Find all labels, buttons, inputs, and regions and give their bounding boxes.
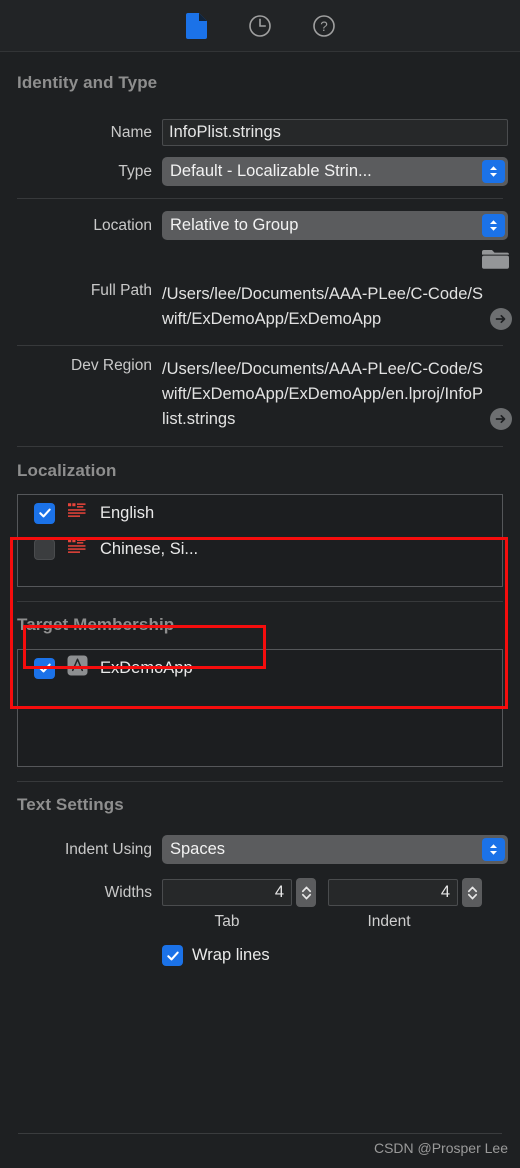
checkmark-icon (38, 508, 51, 518)
chevron-updown-icon (482, 838, 505, 861)
localization-list: English Chinese, Si... (17, 494, 503, 587)
localization-item-label: Chinese, Si... (100, 539, 199, 558)
folder-icon (482, 250, 509, 269)
reveal-full-path-button[interactable] (490, 308, 512, 330)
footer-divider (18, 1133, 502, 1134)
dev-region-value: /Users/lee/Documents/AAA-PLee/C-Code/Swi… (162, 360, 483, 428)
type-row: Type Default - Localizable Strin... (0, 157, 520, 186)
arrow-right-icon (495, 314, 506, 324)
list-item[interactable]: English (18, 495, 502, 531)
inspector-toolbar: ? (0, 0, 520, 52)
history-inspector-tab[interactable] (246, 12, 274, 40)
indent-using-row: Indent Using Spaces (0, 835, 520, 864)
checkmark-icon (38, 663, 51, 673)
name-label: Name (110, 123, 152, 141)
wrap-lines-checkbox[interactable] (162, 945, 183, 966)
dev-region-row: Dev Region /Users/lee/Documents/AAA-PLee… (0, 357, 520, 432)
svg-text:?: ? (320, 19, 328, 34)
wrap-lines-label: Wrap lines (192, 946, 270, 964)
full-path-label: Full Path (90, 282, 152, 299)
chevron-updown-icon (482, 214, 505, 237)
strings-file-icon (67, 538, 88, 560)
localization-checkbox-chinese[interactable] (34, 538, 55, 560)
widths-label: Widths (104, 883, 152, 901)
checkmark-icon (166, 951, 179, 960)
location-popup-button[interactable]: Relative to Group (162, 211, 508, 240)
file-inspector-tab[interactable] (182, 12, 210, 40)
arrow-right-icon (495, 414, 506, 424)
app-target-icon (67, 655, 88, 681)
question-mark-icon: ? (313, 14, 335, 37)
tab-width-input[interactable]: 4 (162, 879, 292, 906)
file-inspector-panel: ? Identity and Type Name InfoPlist.strin… (0, 0, 520, 1168)
target-membership-section-title: Target Membership (17, 615, 175, 634)
list-item[interactable]: ExDemoApp (18, 650, 502, 686)
type-label: Type (118, 162, 152, 180)
chevron-updown-icon (482, 160, 505, 183)
location-row: Location Relative to Group (0, 211, 520, 240)
location-label: Location (93, 216, 152, 234)
chevron-updown-icon (467, 886, 477, 899)
target-membership-list: ExDemoApp (17, 649, 503, 767)
full-path-value: /Users/lee/Documents/AAA-PLee/C-Code/Swi… (162, 285, 483, 328)
localization-section-title: Localization (17, 461, 117, 480)
identity-section-title: Identity and Type (17, 73, 158, 92)
indent-using-label: Indent Using (64, 840, 152, 858)
widths-row: Widths 4 4 (0, 878, 520, 907)
full-path-row: Full Path /Users/lee/Documents/AAA-PLee/… (0, 282, 520, 332)
strings-file-icon (67, 502, 88, 524)
localization-checkbox-english[interactable] (34, 502, 55, 524)
tab-sublabel: Tab (214, 913, 240, 930)
list-item[interactable]: Chinese, Si... (18, 531, 502, 567)
text-settings-section-title: Text Settings (17, 795, 124, 814)
wrap-lines-row: Wrap lines (0, 945, 520, 966)
target-membership-checkbox-exdemoapp[interactable] (34, 657, 55, 679)
localization-item-label: English (100, 503, 155, 522)
location-popup-value: Relative to Group (170, 216, 299, 234)
dev-region-label: Dev Region (71, 357, 152, 374)
indent-width-stepper[interactable] (462, 878, 482, 907)
type-popup-button[interactable]: Default - Localizable Strin... (162, 157, 508, 186)
watermark: CSDN @Prosper Lee (373, 1140, 508, 1156)
indent-using-value: Spaces (170, 840, 226, 858)
type-popup-value: Default - Localizable Strin... (170, 162, 372, 180)
choose-folder-button[interactable] (482, 249, 509, 276)
name-row: Name InfoPlist.strings (0, 119, 520, 146)
indent-sublabel: Indent (367, 913, 411, 930)
tab-width-stepper[interactable] (296, 878, 316, 907)
indent-using-popup-button[interactable]: Spaces (162, 835, 508, 864)
quick-help-inspector-tab[interactable]: ? (310, 12, 338, 40)
name-input[interactable]: InfoPlist.strings (162, 119, 508, 146)
widths-sublabels-row: Tab Indent (0, 907, 520, 931)
reveal-dev-region-button[interactable] (490, 408, 512, 430)
document-icon (185, 12, 207, 39)
target-membership-item-label: ExDemoApp (100, 658, 193, 677)
chevron-updown-icon (301, 886, 311, 899)
clock-icon (249, 14, 271, 37)
indent-width-input[interactable]: 4 (328, 879, 458, 906)
